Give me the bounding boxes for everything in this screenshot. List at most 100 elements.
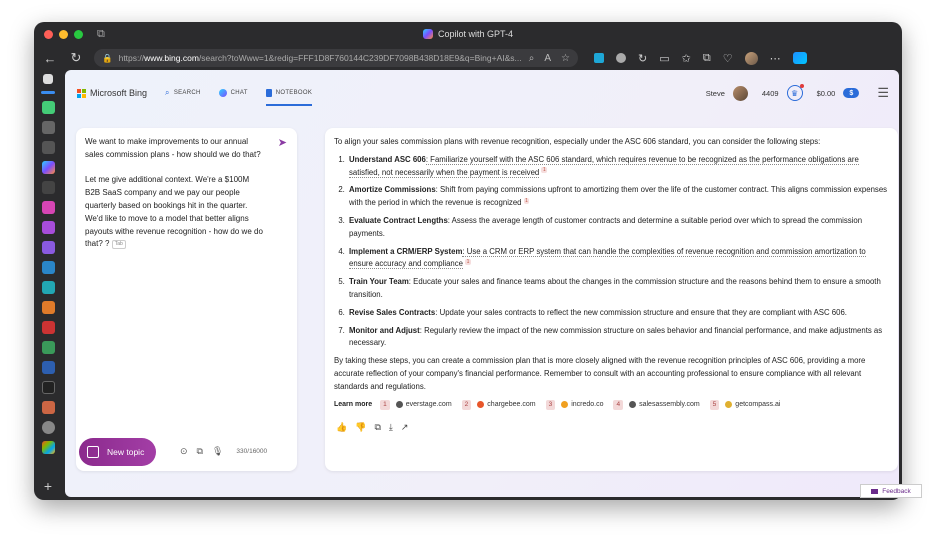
- step-title: Implement a CRM/ERP System: [349, 246, 463, 256]
- steps-list: Understand ASC 606: Familiarize yourself…: [334, 154, 888, 350]
- rewards-trophy-icon[interactable]: ♛: [786, 84, 804, 101]
- more-menu-icon[interactable]: ⋯: [770, 52, 781, 65]
- search-icon: ⌕: [165, 88, 170, 97]
- sidebar-app-icon[interactable]: [41, 241, 55, 254]
- sidebar-app-icon[interactable]: [41, 221, 55, 234]
- refresh-extension-icon[interactable]: ↻: [638, 52, 647, 65]
- step-title: Revise Sales Contracts: [349, 307, 436, 317]
- step-title: Monitor and Adjust: [349, 325, 420, 335]
- active-indicator: [41, 91, 55, 94]
- grammarly-icon[interactable]: [616, 53, 626, 63]
- source-number[interactable]: 3: [545, 399, 556, 410]
- favorite-star-icon[interactable]: ☆: [561, 53, 570, 64]
- source-number[interactable]: 2: [461, 399, 472, 410]
- source-number[interactable]: 5: [709, 399, 720, 410]
- share-icon[interactable]: ↗: [401, 421, 409, 434]
- sidebar-app-icon[interactable]: [41, 341, 55, 354]
- step-title: Understand ASC 606: [349, 154, 426, 164]
- source-number[interactable]: 1: [380, 399, 390, 410]
- tab-list-icon[interactable]: [43, 74, 53, 84]
- send-icon[interactable]: ➤: [278, 136, 287, 149]
- step-title: Amortize Commissions: [349, 185, 436, 195]
- notebook-input-panel[interactable]: We want to make improvements to our annu…: [76, 128, 297, 471]
- step-item: Implement a CRM/ERP System: Use a CRM or…: [347, 246, 888, 272]
- sidebar-app-icon[interactable]: [41, 361, 55, 374]
- extension-icon[interactable]: [594, 53, 604, 63]
- thumbs-up-icon[interactable]: 👍: [336, 421, 347, 434]
- response-actions: 👍 👎 ⧉ ⤓ ↗: [334, 421, 888, 434]
- download-icon[interactable]: ⤓: [389, 421, 393, 434]
- tab-notebook[interactable]: NOTEBOOK: [265, 70, 313, 116]
- user-name[interactable]: Steve: [706, 89, 725, 98]
- add-app-icon[interactable]: +: [44, 478, 52, 494]
- step-title: Train Your Team: [349, 277, 409, 287]
- collections-icon[interactable]: ⧉: [703, 52, 711, 65]
- copilot-tab-icon[interactable]: [41, 161, 55, 174]
- copy-icon[interactable]: ⧉: [374, 421, 380, 434]
- sidebar-app-icon[interactable]: [41, 321, 55, 334]
- step-item: Monitor and Adjust: Regularly review the…: [347, 325, 888, 351]
- user-avatar[interactable]: [732, 85, 748, 101]
- step-item: Train Your Team: Educate your sales and …: [347, 276, 888, 302]
- prompt-text: We want to make improvements to our annu…: [85, 137, 263, 249]
- performance-icon[interactable]: ♡: [723, 52, 733, 65]
- source-link[interactable]: incredo.co: [561, 399, 603, 412]
- balance[interactable]: $0.00: [817, 89, 836, 98]
- source-number[interactable]: 4: [613, 399, 624, 410]
- sidebar-app-icon[interactable]: [41, 101, 55, 114]
- input-tools: ⊙ ⧉ 🎙 330/16000: [180, 446, 267, 457]
- bing-logo[interactable]: Microsoft Bing: [77, 88, 147, 98]
- sidebar-app-icon[interactable]: [41, 441, 55, 454]
- feedback-button[interactable]: Feedback: [860, 484, 922, 498]
- page-content: Microsoft Bing ⌕ SEARCH CHAT NOTEBOOK St…: [65, 70, 899, 497]
- image-upload-icon[interactable]: ⧉: [197, 446, 203, 457]
- step-title: Evaluate Contract Lengths: [349, 215, 448, 225]
- source-link[interactable]: chargebee.com: [477, 399, 536, 412]
- tab-search[interactable]: ⌕ SEARCH: [165, 70, 201, 116]
- step-text[interactable]: : Familiarize yourself with the ASC 606 …: [349, 154, 859, 178]
- tab-notebook-label: NOTEBOOK: [275, 90, 313, 96]
- chargebee-icon: [477, 401, 485, 409]
- citation-badge[interactable]: 1: [523, 197, 530, 204]
- x-app-icon[interactable]: [41, 381, 55, 394]
- refresh-button[interactable]: ↻: [68, 50, 84, 66]
- citation-badge[interactable]: 1: [465, 258, 471, 265]
- sidebar-app-icon[interactable]: [41, 401, 55, 414]
- sidebar-app-icon[interactable]: [41, 261, 55, 274]
- sidebar-app-icon[interactable]: [41, 281, 55, 294]
- address-bar[interactable]: 🔒 https://www.bing.com/search?toWww=1&re…: [94, 49, 578, 67]
- camera-icon[interactable]: ⊙: [180, 446, 188, 457]
- back-button[interactable]: ←: [42, 51, 58, 66]
- split-screen-icon[interactable]: ▭: [659, 52, 669, 65]
- sidebar-app-icon[interactable]: [41, 121, 55, 134]
- microphone-icon[interactable]: 🎙: [212, 446, 223, 457]
- new-topic-button[interactable]: New topic: [79, 438, 156, 466]
- prompt-textarea[interactable]: We want to make improvements to our annu…: [85, 136, 265, 251]
- rewards-points[interactable]: 4409: [762, 89, 779, 98]
- hamburger-menu-icon[interactable]: ☰: [877, 85, 889, 101]
- sidebar-app-icon[interactable]: [41, 421, 55, 434]
- header-account: Steve 4409 ♛ $0.00 $ ☰: [706, 70, 889, 116]
- copilot-sidebar-icon[interactable]: [792, 52, 807, 64]
- thumbs-down-icon[interactable]: 👎: [355, 421, 366, 434]
- title-bar: ⧉ Copilot with GPT-4: [34, 22, 902, 46]
- citation-badge[interactable]: 1: [541, 167, 548, 173]
- zoom-icon[interactable]: ⌕: [529, 53, 535, 64]
- favorites-icon[interactable]: ✩: [682, 52, 691, 65]
- url-text: https://www.bing.com/search?toWww=1&redi…: [118, 53, 522, 63]
- source-link[interactable]: salesassembly.com: [629, 399, 700, 412]
- tab-chat[interactable]: CHAT: [218, 70, 248, 116]
- sidebar-app-icon[interactable]: [41, 141, 55, 154]
- step-item: Revise Sales Contracts: Update your sale…: [347, 307, 888, 320]
- sidebar-app-icon[interactable]: [41, 181, 55, 194]
- address-bar-icons: ⌕ A ☆: [529, 53, 570, 64]
- read-aloud-icon[interactable]: A: [544, 53, 551, 64]
- source-link[interactable]: getcompass.ai: [725, 399, 780, 412]
- new-topic-icon: [87, 446, 99, 458]
- tab-search-label: SEARCH: [173, 90, 201, 96]
- sidebar-app-icon[interactable]: [41, 301, 55, 314]
- dollar-badge[interactable]: $: [843, 88, 860, 98]
- profile-avatar[interactable]: [744, 51, 758, 65]
- sidebar-app-icon[interactable]: [41, 201, 55, 214]
- source-link[interactable]: everstage.com: [395, 399, 452, 412]
